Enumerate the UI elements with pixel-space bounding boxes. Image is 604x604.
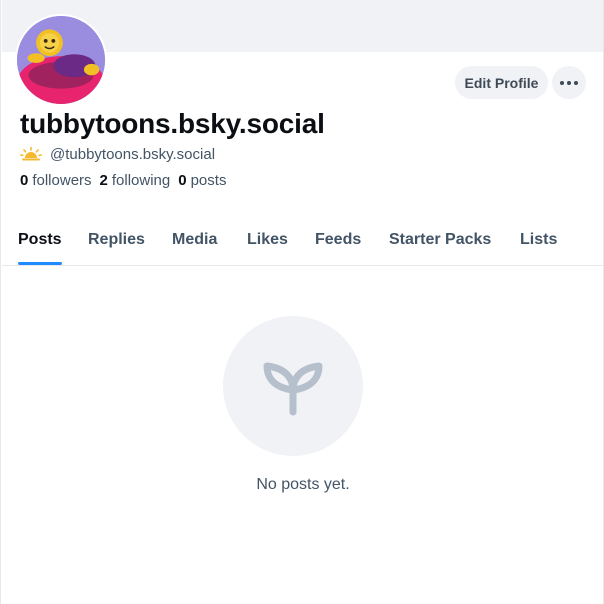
active-tab-indicator [18,262,62,265]
sprout-icon [263,362,323,416]
tab-posts[interactable]: Posts [18,215,62,265]
following-stat[interactable]: 2 following [100,172,171,189]
profile-handle: @tubbytoons.bsky.social [50,145,216,163]
avatar-image [17,16,105,104]
followers-stat[interactable]: 0 followers [20,172,92,189]
tab-likes[interactable]: Likes [247,215,288,265]
avatar[interactable] [15,14,107,106]
sun-icon [20,147,42,161]
posts-stat: 0 posts [178,172,227,189]
profile-handle-row: @tubbytoons.bsky.social [20,145,215,163]
more-options-button[interactable] [552,66,586,99]
profile-page: Edit Profile tubbytoons.bsky.social @tub… [0,0,604,604]
tab-replies[interactable]: Replies [88,215,145,265]
tab-feeds[interactable]: Feeds [315,215,361,265]
tab-media[interactable]: Media [172,215,217,265]
empty-state-illustration [223,316,363,456]
profile-display-name: tubbytoons.bsky.social [20,108,325,139]
profile-stats: 0 followers 2 following 0 posts [20,172,234,189]
edit-profile-button[interactable]: Edit Profile [455,66,548,99]
tab-lists[interactable]: Lists [520,215,557,265]
empty-state-message: No posts yet. [256,476,350,493]
ellipsis-icon [560,80,564,85]
profile-tabs: Posts Replies Media Likes Feeds Starter … [2,215,603,266]
tab-starter-packs[interactable]: Starter Packs [389,215,491,265]
